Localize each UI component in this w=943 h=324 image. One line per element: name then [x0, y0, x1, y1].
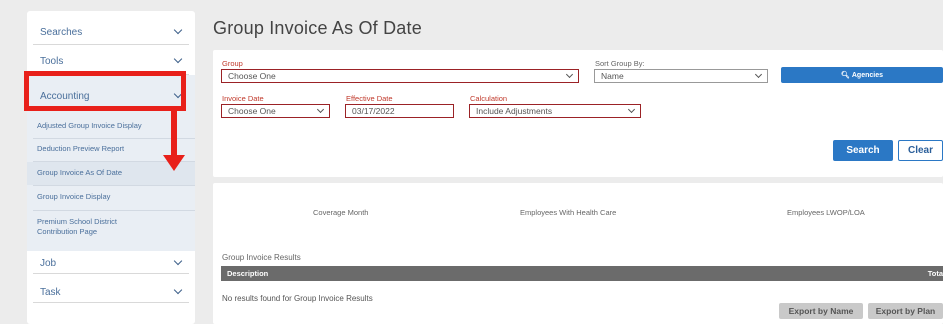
submenu-item-label: Contribution Page — [37, 227, 98, 236]
submenu-item-deduction-preview-report[interactable]: Deduction Preview Report — [37, 144, 124, 154]
agencies-button[interactable]: 🔍︎ Agencies — [781, 67, 943, 83]
submenu-item-group-invoice-display[interactable]: Group Invoice Display — [37, 192, 110, 202]
calculation-label: Calculation — [470, 94, 508, 103]
group-select-value: Choose One — [228, 71, 276, 81]
sort-group-label: Sort Group By: — [595, 59, 645, 68]
sidebar-item-label: Searches — [40, 26, 83, 38]
export-by-plan-button[interactable]: Export by Plan — [868, 303, 943, 319]
highlight-box — [24, 71, 186, 111]
chevron-down-icon — [173, 27, 183, 37]
invoice-date-select[interactable]: Choose One — [221, 104, 330, 118]
sidebar-item-label: Task — [40, 286, 61, 298]
results-table-header: Description Tota — [221, 266, 943, 281]
employees-lwop-header: Employees LWOP/LOA — [787, 208, 865, 217]
submenu-item-adjusted-group-invoice-display[interactable]: Adjusted Group Invoice Display — [37, 121, 142, 131]
arrow-down-icon — [163, 155, 185, 171]
chevron-down-icon — [754, 70, 763, 79]
chevron-down-icon — [173, 258, 183, 268]
chevron-down-icon — [627, 105, 636, 114]
chevron-down-icon — [565, 70, 574, 79]
calculation-select[interactable]: Include Adjustments — [469, 104, 641, 118]
invoice-date-label: Invoice Date — [222, 94, 264, 103]
accounting-submenu: Adjusted Group Invoice Display Deduction… — [27, 115, 195, 251]
invoice-date-value: Choose One — [228, 106, 276, 116]
effective-date-label: Effective Date — [346, 94, 393, 103]
agencies-button-label: Agencies — [851, 71, 883, 79]
search-button[interactable]: Search — [833, 140, 893, 161]
divider — [33, 302, 189, 303]
submenu-item-label: Group Invoice As Of Date — [37, 168, 123, 177]
search-icon: 🔍︎ — [840, 72, 850, 79]
results-title: Group Invoice Results — [222, 253, 301, 262]
chevron-down-icon — [173, 56, 183, 66]
sidebar-item-searches[interactable]: Searches — [27, 11, 195, 45]
sidebar-item-task[interactable]: Task — [27, 274, 195, 304]
export-by-name-button[interactable]: Export by Name — [779, 303, 863, 319]
effective-date-field[interactable]: 03/17/2022 — [345, 104, 454, 118]
sidebar-item-label: Tools — [40, 55, 64, 67]
clear-button[interactable]: Clear — [898, 140, 943, 161]
chevron-down-icon — [173, 287, 183, 297]
employees-health-care-header: Employees With Health Care — [520, 208, 617, 217]
page-title: Group Invoice As Of Date — [213, 18, 422, 38]
column-header-description: Description — [227, 269, 269, 278]
group-select[interactable]: Choose One — [221, 69, 579, 83]
empty-results-message: No results found for Group Invoice Resul… — [222, 294, 373, 303]
sidebar-item-label: Job — [40, 257, 57, 269]
sort-group-value: Name — [601, 71, 624, 81]
submenu-item-premium-school-district-contribution-page[interactable]: Premium School District Contribution Pag… — [37, 217, 117, 237]
divider — [33, 185, 195, 186]
divider — [33, 210, 195, 211]
group-label: Group — [222, 59, 243, 68]
column-header-total: Tota — [927, 269, 943, 278]
coverage-month-header: Coverage Month — [313, 208, 369, 217]
sort-group-select[interactable]: Name — [594, 69, 768, 83]
calculation-value: Include Adjustments — [476, 106, 553, 116]
chevron-down-icon — [316, 105, 325, 114]
submenu-item-label: Premium School District — [37, 217, 118, 226]
highlight-arrow — [171, 111, 177, 156]
